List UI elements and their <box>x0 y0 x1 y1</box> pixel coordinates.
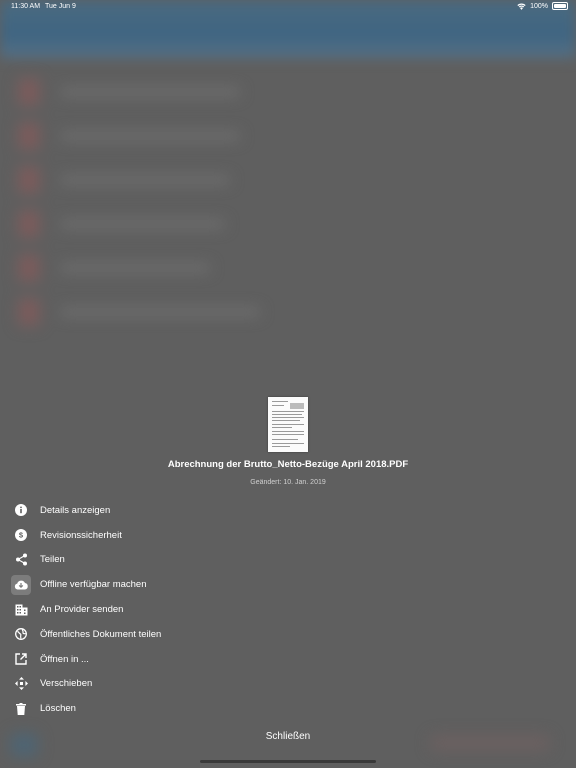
menu-item-label: Teilen <box>40 554 65 566</box>
home-indicator[interactable] <box>200 760 376 763</box>
battery-percent: 100% <box>530 2 548 10</box>
menu-item-open-in[interactable]: Öffnen in ... <box>0 647 576 672</box>
share-icon <box>11 550 31 570</box>
building-icon <box>11 600 31 620</box>
screen: 11:30 AM Tue Jun 9 100% Abrechnung der B… <box>0 0 576 768</box>
menu-item-send-provider[interactable]: An Provider senden <box>0 597 576 622</box>
open-external-icon <box>11 649 31 669</box>
status-date: Tue Jun 9 <box>45 3 76 10</box>
menu-item-public-share[interactable]: Öffentliches Dokument teilen <box>0 622 576 647</box>
status-time: 11:30 AM <box>11 3 41 10</box>
document-title: Abrechnung der Brutto_Netto-Bezüge April… <box>167 459 409 470</box>
action-menu: Details anzeigen $ Revisionssicherheit T… <box>0 498 576 721</box>
background-row <box>0 158 576 202</box>
menu-item-share[interactable]: Teilen <box>0 548 576 573</box>
status-bar: 11:30 AM Tue Jun 9 100% <box>0 0 576 16</box>
status-right: 100% <box>517 2 568 10</box>
background-row <box>0 246 576 290</box>
close-button[interactable]: Schließen <box>0 731 576 742</box>
background-row <box>0 290 576 334</box>
menu-item-label: Öffnen in ... <box>40 653 89 665</box>
menu-item-move[interactable]: Verschieben <box>0 672 576 697</box>
document-modified-date: Geändert: 10. Jan. 2019 <box>250 479 326 486</box>
background-row <box>0 114 576 158</box>
document-thumbnail <box>268 397 308 452</box>
menu-item-label: Details anzeigen <box>40 504 111 516</box>
move-icon <box>11 674 31 694</box>
revision-security-icon: $ <box>11 525 31 545</box>
battery-icon <box>552 2 568 10</box>
info-icon <box>11 500 31 520</box>
wifi-icon <box>517 3 526 10</box>
menu-item-delete[interactable]: Löschen <box>0 696 576 721</box>
menu-item-label: Öffentliches Dokument teilen <box>40 628 162 640</box>
menu-item-label: Verschieben <box>40 678 93 690</box>
menu-item-label: Revisionssicherheit <box>40 529 122 541</box>
trash-icon <box>11 699 31 719</box>
globe-icon <box>11 624 31 644</box>
menu-item-revision-security[interactable]: $ Revisionssicherheit <box>0 523 576 548</box>
cloud-download-icon <box>11 574 31 595</box>
background-row <box>0 202 576 246</box>
menu-item-label: Löschen <box>40 703 76 715</box>
menu-item-label: An Provider senden <box>40 604 124 616</box>
menu-item-offline[interactable]: Offline verfügbar machen <box>0 572 576 597</box>
background-list <box>0 70 576 334</box>
menu-item-label: Offline verfügbar machen <box>40 579 147 591</box>
background-row <box>0 70 576 114</box>
menu-item-details[interactable]: Details anzeigen <box>0 498 576 523</box>
